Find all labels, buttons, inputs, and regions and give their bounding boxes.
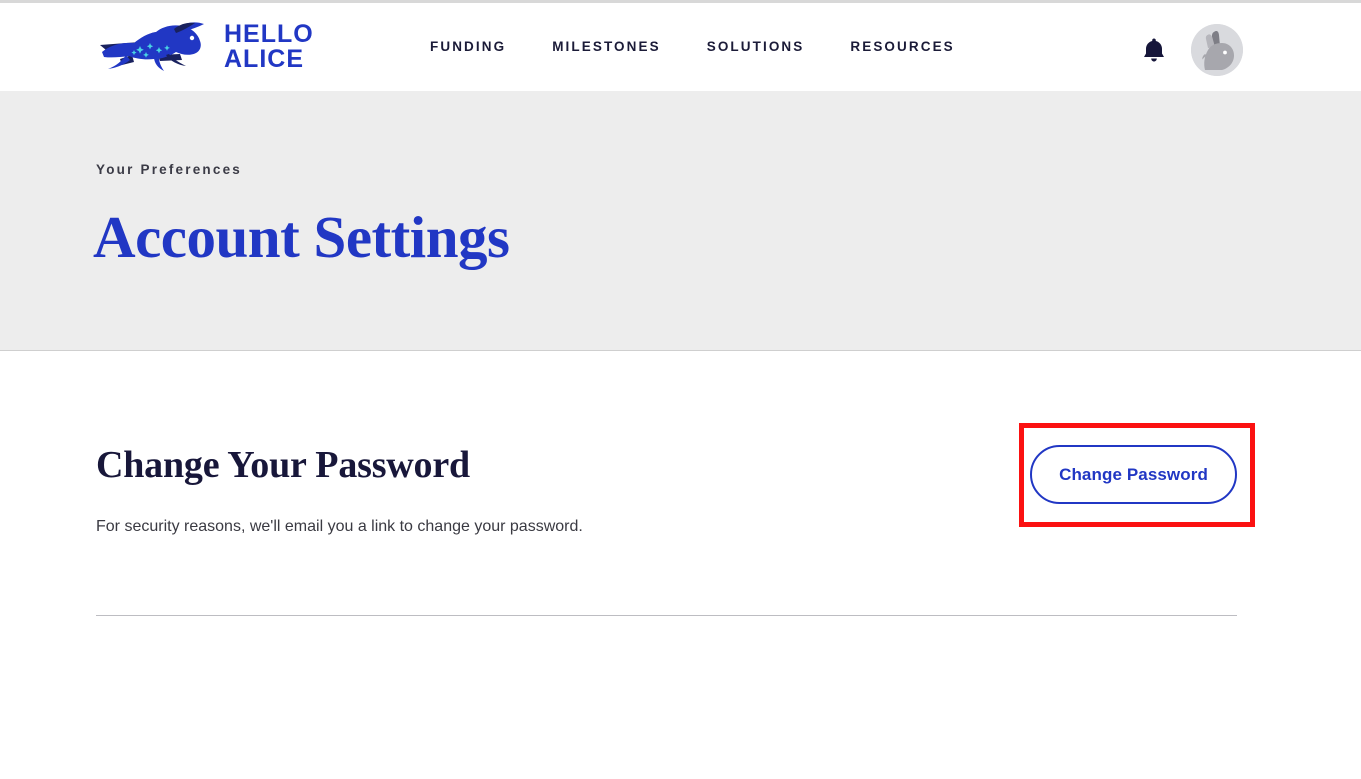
- page-title: Account Settings: [93, 204, 510, 270]
- page-hero: Your Preferences Account Settings: [0, 91, 1361, 351]
- avatar[interactable]: [1191, 24, 1243, 76]
- nav-item-resources[interactable]: RESOURCES: [827, 39, 977, 54]
- section-divider: [96, 615, 1237, 616]
- nav-item-milestones[interactable]: MILESTONES: [529, 39, 684, 54]
- logo[interactable]: HELLO ALICE: [96, 21, 314, 73]
- bell-icon[interactable]: [1143, 37, 1165, 63]
- account-settings-page: HELLO ALICE FUNDING MILESTONES SOLUTIONS…: [0, 0, 1361, 779]
- change-password-heading: Change Your Password: [96, 444, 470, 486]
- change-password-button[interactable]: Change Password: [1030, 445, 1237, 504]
- change-password-description: For security reasons, we'll email you a …: [96, 518, 583, 535]
- site-header: HELLO ALICE FUNDING MILESTONES SOLUTIONS…: [0, 3, 1361, 91]
- nav-item-solutions[interactable]: SOLUTIONS: [684, 39, 828, 54]
- main-nav: FUNDING MILESTONES SOLUTIONS RESOURCES: [430, 39, 978, 54]
- rabbit-logo-icon: [100, 22, 204, 71]
- change-password-button-wrap: Change Password: [1030, 445, 1237, 504]
- section-change-password: Change Your Password For security reason…: [0, 351, 1361, 616]
- logo-wordmark: HELLO ALICE: [224, 20, 314, 73]
- header-actions: [1143, 24, 1243, 76]
- breadcrumb-eyebrow: Your Preferences: [96, 162, 243, 177]
- nav-item-funding[interactable]: FUNDING: [430, 39, 529, 54]
